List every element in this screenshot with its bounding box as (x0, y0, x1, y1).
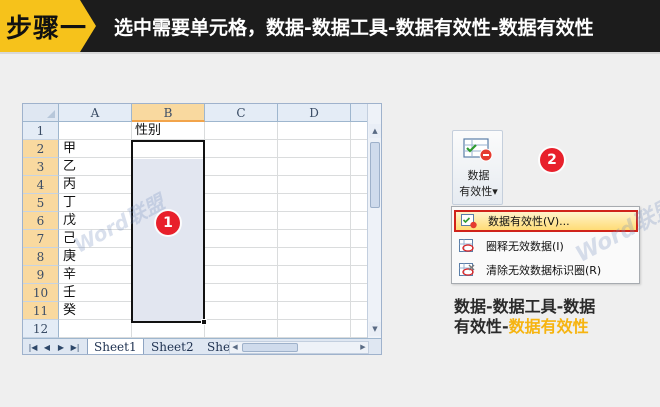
data-validation-icon (461, 214, 477, 229)
last-sheet-icon[interactable]: ▶| (69, 342, 81, 354)
scroll-left-icon[interactable]: ◀ (230, 342, 240, 353)
gridline (277, 122, 278, 338)
horizontal-scrollbar[interactable]: ◀ ▶ (229, 341, 369, 354)
next-sheet-icon[interactable]: ▶ (55, 342, 67, 354)
row-header[interactable]: 5 (23, 194, 59, 212)
row-header[interactable]: 9 (23, 266, 59, 284)
tab-sheet2[interactable]: Sheet2 (145, 339, 200, 354)
row-header[interactable]: 4 (23, 176, 59, 194)
cell-a4[interactable]: 丙 (63, 176, 76, 194)
data-validation-ribbon-button[interactable]: 数据 有效性▾ (452, 130, 503, 205)
menu-item-clear-circles[interactable]: 清除无效数据标识圈(R) (454, 259, 638, 281)
cell-a10[interactable]: 壬 (63, 284, 76, 302)
caption-highlight: 数据有效性 (508, 317, 589, 336)
h-scroll-thumb[interactable] (242, 343, 298, 352)
caption-text: 数据-数据工具-数据 (454, 297, 596, 316)
row-header[interactable]: 1 (23, 122, 59, 140)
scroll-thumb[interactable] (370, 142, 380, 208)
gridline (59, 175, 369, 176)
step-tag: 步骤一 (0, 0, 96, 52)
prev-sheet-icon[interactable]: ◀ (41, 342, 53, 354)
cell-b1[interactable]: 性别 (135, 122, 161, 140)
step-label: 步骤一 (6, 14, 88, 44)
sheet-tab-bar: |◀ ◀ ▶ ▶| Sheet1 Sheet2 She ◀ ▶ (23, 338, 381, 354)
gridline (59, 139, 369, 140)
ribbon-button-label-2-text: 有效性 (459, 185, 493, 198)
vertical-scrollbar[interactable]: ▲ ▼ (367, 104, 381, 338)
scroll-down-icon[interactable]: ▼ (369, 322, 381, 336)
step-badge-2: 2 (540, 148, 564, 172)
gridline (350, 122, 351, 338)
ribbon-button-label: 数据 (467, 169, 490, 182)
cell-a9[interactable]: 辛 (63, 266, 76, 284)
banner-divider (0, 52, 660, 54)
gridline (59, 193, 369, 194)
row-header[interactable]: 8 (23, 248, 59, 266)
caption-text: 有效性- (454, 317, 509, 336)
cell-a3[interactable]: 乙 (63, 158, 76, 176)
circle-invalid-icon (459, 239, 474, 252)
column-header-a[interactable]: A (59, 104, 132, 122)
data-validation-menu: 数据有效性(V)... 圈释无效数据(I) 清除无效数据标识圈(R) Word联… (451, 195, 660, 284)
column-header-c[interactable]: C (205, 104, 278, 122)
gridline (59, 157, 369, 158)
step-badge-1: 1 (156, 211, 180, 235)
row-header[interactable]: 7 (23, 230, 59, 248)
select-all-corner[interactable] (23, 104, 59, 122)
header-banner: 步骤一 选中需要单元格，数据-数据工具-数据有效性-数据有效性 (0, 0, 660, 52)
row-header[interactable]: 12 (23, 320, 59, 338)
ribbon-button-label-2: 有效性▾ (453, 183, 504, 199)
tab-sheet1[interactable]: Sheet1 (87, 339, 144, 354)
row-header[interactable]: 10 (23, 284, 59, 302)
row-header[interactable]: 11 (23, 302, 59, 320)
row-header[interactable]: 3 (23, 158, 59, 176)
scroll-right-icon[interactable]: ▶ (358, 342, 368, 353)
chevron-down-icon: ▾ (492, 185, 498, 198)
cell-a2[interactable]: 甲 (63, 140, 76, 158)
instruction-text: 选中需要单元格，数据-数据工具-数据有效性-数据有效性 (114, 17, 594, 39)
gridline (59, 265, 369, 266)
fill-handle[interactable] (201, 319, 207, 325)
gridline (59, 247, 369, 248)
caption-line-1: 数据-数据工具-数据 (454, 297, 595, 317)
scroll-up-icon[interactable]: ▲ (369, 124, 381, 138)
menu-item-label: 圈释无效数据(I) (486, 240, 564, 253)
gridline (59, 319, 369, 320)
column-header-d[interactable]: D (278, 104, 351, 122)
first-sheet-icon[interactable]: |◀ (27, 342, 39, 354)
gridline (59, 283, 369, 284)
spreadsheet-window: A B C D 1 2 3 4 5 6 7 8 9 10 11 12 性别 甲 … (22, 103, 382, 355)
data-validation-icon (463, 138, 493, 162)
column-header-b[interactable]: B (132, 104, 205, 122)
clear-circles-icon (459, 263, 475, 276)
caption-line-2: 有效性-数据有效性 (454, 317, 589, 337)
gridline (59, 301, 369, 302)
row-header[interactable]: 6 (23, 212, 59, 230)
row-header[interactable]: 2 (23, 140, 59, 158)
cell-a11[interactable]: 癸 (63, 302, 76, 320)
cell-a6[interactable]: 戊 (63, 212, 76, 230)
menu-item-label: 数据有效性(V)... (488, 215, 570, 228)
cell-a8[interactable]: 庚 (63, 248, 76, 266)
cell-a5[interactable]: 丁 (63, 194, 76, 212)
